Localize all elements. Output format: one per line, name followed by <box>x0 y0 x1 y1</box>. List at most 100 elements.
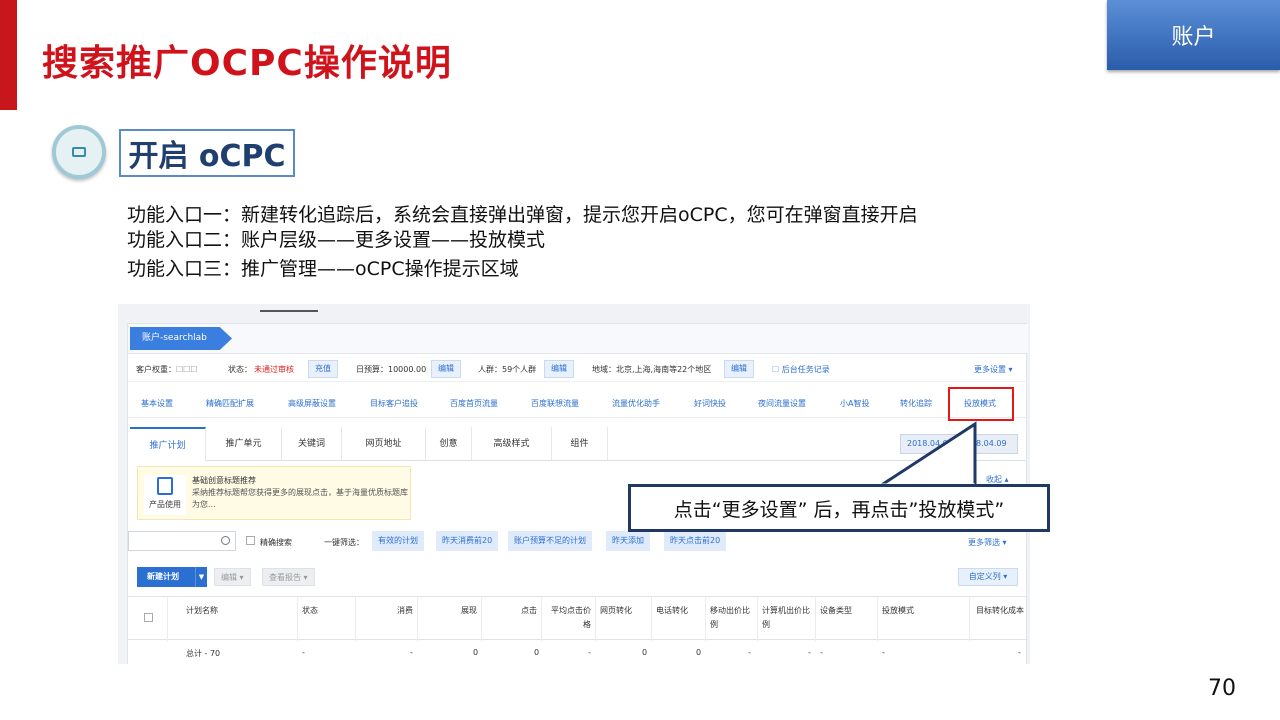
tab-keywords[interactable]: 关键词 <box>282 427 342 461</box>
total-status: - <box>302 648 305 657</box>
chip-top-spend[interactable]: 昨天消费前20 <box>436 531 499 551</box>
tab-plans[interactable]: 推广计划 <box>130 427 206 461</box>
table-row: 总计 - 70 - - 0 0 - 0 0 - - - - - <box>128 640 1028 664</box>
edit-button[interactable]: 编辑 ▾ <box>214 568 251 586</box>
total-impressions: 0 <box>473 648 479 657</box>
page-number: 70 <box>1208 676 1236 701</box>
new-plan-button[interactable]: 新建计划 ▼ <box>137 567 207 587</box>
col-impressions[interactable]: 展现 <box>418 597 482 641</box>
chip-low-budget[interactable]: 账户预算不足的计划 <box>508 531 592 551</box>
link-basic-settings[interactable]: 基本设置 <box>141 398 173 409</box>
search-icon <box>221 536 230 545</box>
chip-added-yesterday[interactable]: 昨天添加 <box>606 531 650 551</box>
divider <box>260 310 318 312</box>
col-delivery-mode[interactable]: 投放模式 <box>878 597 970 641</box>
link-exact-match[interactable]: 精确匹配扩展 <box>206 398 254 409</box>
action-row: 新建计划 ▼ 编辑 ▾ 查看报告 ▾ 自定义列 ▾ <box>128 567 1028 589</box>
total-phone-conversion: 0 <box>696 648 702 657</box>
tab-advanced-styles[interactable]: 高级样式 <box>472 427 552 461</box>
total-mobile-bid: - <box>748 648 751 657</box>
tip-body: 采纳推荐标题帮您获得更多的展现点击，基于海量优质标题库为您... <box>192 488 408 509</box>
select-all-checkbox[interactable] <box>128 597 168 641</box>
more-settings-link[interactable]: 更多设置 ▾ <box>974 364 1013 375</box>
link-night-traffic[interactable]: 夜间流量设置 <box>758 398 806 409</box>
entry-two: 功能入口二：账户层级——更多设置——投放模式 <box>127 229 546 251</box>
tab-units[interactable]: 推广单元 <box>206 427 282 461</box>
plan-search-input[interactable] <box>128 531 236 551</box>
tab-components[interactable]: 组件 <box>552 427 608 461</box>
link-conversion-tracking[interactable]: 转化追踪 <box>900 398 932 409</box>
breadcrumb: 账户-searchlab <box>128 324 1028 354</box>
more-filters-link[interactable]: 更多筛选 ▾ <box>968 537 1007 548</box>
view-report-button[interactable]: 查看报告 ▾ <box>262 568 315 586</box>
total-web-conversion: 0 <box>642 648 648 657</box>
settings-links: 基本设置 精确匹配扩展 高级屏蔽设置 目标客户追投 百度首页流量 百度联想流量 … <box>128 390 1028 418</box>
total-delivery-mode: - <box>882 648 885 657</box>
breadcrumb-account[interactable]: 账户-searchlab <box>130 327 232 350</box>
col-device-type[interactable]: 设备类型 <box>816 597 878 641</box>
link-xiaoa[interactable]: 小A智投 <box>840 398 869 409</box>
product-usage-icon: 产品使用 <box>144 475 186 515</box>
title-accent-bar <box>0 0 17 110</box>
delivery-mode-highlight <box>948 387 1014 421</box>
account-info-row: 客户权重：☐☐☐ 状态： 未通过审核 充值 日预算：10000.00 编辑 人群… <box>128 356 1028 382</box>
chip-active-plans[interactable]: 有效的计划 <box>372 531 424 551</box>
section-heading: 开启 oCPC <box>119 129 295 177</box>
link-target-audience[interactable]: 目标客户追投 <box>370 398 418 409</box>
custom-columns-button[interactable]: 自定义列 ▾ <box>958 568 1018 586</box>
crowd-info: 人群：59个人群 <box>478 365 537 374</box>
daily-budget: 日预算：10000.00 <box>356 365 427 374</box>
tab-creative[interactable]: 创意 <box>426 427 472 461</box>
status-label: 状态： <box>228 365 252 374</box>
tip-title: 基础创意标题推荐 <box>192 476 256 485</box>
tip-card[interactable]: 产品使用 基础创意标题推荐 采纳推荐标题帮您获得更多的展现点击，基于海量优质标题… <box>137 466 411 520</box>
date-range-picker[interactable]: 2018.04.09 - 2018.04.09 <box>900 434 1018 454</box>
total-device-type: - <box>820 648 823 657</box>
filter-row: 精确搜索 一键筛选： 有效的计划 昨天消费前20 账户预算不足的计划 昨天添加 … <box>128 531 1028 553</box>
instruction-callout: 点击“更多设置” 后，再点击”投放模式” <box>628 484 1050 532</box>
total-avg-cpc: - <box>588 648 591 657</box>
link-baidu-suggest[interactable]: 百度联想流量 <box>531 398 579 409</box>
account-tab[interactable]: 账户 <box>1107 0 1280 70</box>
precise-search-label: 精确搜索 <box>260 538 292 547</box>
precise-search-checkbox[interactable] <box>246 536 255 545</box>
quick-filter-label: 一键筛选： <box>324 538 364 547</box>
edit-region-button[interactable]: 编辑 <box>724 360 754 378</box>
link-good-keywords[interactable]: 好词快投 <box>694 398 726 409</box>
card-icon <box>52 125 106 179</box>
col-status[interactable]: 状态 <box>298 597 356 641</box>
col-spend[interactable]: 消费 <box>356 597 418 641</box>
tab-bar: 推广计划 推广单元 关键词 网页地址 创意 高级样式 组件 <box>130 427 1026 461</box>
chip-top-clicks[interactable]: 昨天点击前20 <box>664 531 727 551</box>
col-plan-name[interactable]: 计划名称 <box>168 597 298 641</box>
entry-three: 功能入口三：推广管理——oCPC操作提示区域 <box>127 258 519 280</box>
weight-label: 客户权重：☐☐☐ <box>136 365 198 374</box>
region-info: 地域：北京,上海,海南等22个地区 <box>592 365 712 374</box>
total-spend: - <box>410 648 413 657</box>
entry-one: 功能入口一：新建转化追踪后，系统会直接弹出弹窗，提示您开启oCPC，您可在弹窗直… <box>127 204 918 226</box>
chevron-down-icon[interactable]: ▼ <box>195 567 207 587</box>
status-value: 未通过审核 <box>254 365 294 374</box>
col-mobile-bid[interactable]: 移动出价比例 <box>706 597 758 641</box>
col-pc-bid[interactable]: 计算机出价比例 <box>758 597 816 641</box>
edit-crowd-button[interactable]: 编辑 <box>544 360 574 378</box>
tip-text: 基础创意标题推荐 采纳推荐标题帮您获得更多的展现点击，基于海量优质标题库为您..… <box>192 475 412 511</box>
total-pc-bid: - <box>808 648 811 657</box>
col-avg-cpc[interactable]: 平均点击价格 <box>542 597 596 641</box>
link-baidu-home[interactable]: 百度首页流量 <box>450 398 498 409</box>
task-log-link[interactable]: ☐ 后台任务记录 <box>772 364 830 375</box>
recharge-button[interactable]: 充值 <box>308 360 338 378</box>
table-header: 计划名称 状态 消费 展现 点击 平均点击价格 网页转化 电话转化 移动出价比例… <box>128 596 1028 641</box>
total-clicks: 0 <box>534 648 540 657</box>
total-label: 总计 - 70 <box>186 649 221 658</box>
link-traffic-assistant[interactable]: 流量优化助手 <box>612 398 660 409</box>
col-target-cpa[interactable]: 目标转化成本 <box>970 597 1028 641</box>
total-target-cpa: - <box>1018 648 1021 657</box>
col-phone-conversion[interactable]: 电话转化 <box>652 597 706 641</box>
edit-budget-button[interactable]: 编辑 <box>431 360 461 378</box>
slide-title: 搜索推广OCPC操作说明 <box>42 43 452 84</box>
tab-webpages[interactable]: 网页地址 <box>342 427 426 461</box>
col-web-conversion[interactable]: 网页转化 <box>596 597 652 641</box>
link-advanced-block[interactable]: 高级屏蔽设置 <box>288 398 336 409</box>
col-clicks[interactable]: 点击 <box>482 597 542 641</box>
